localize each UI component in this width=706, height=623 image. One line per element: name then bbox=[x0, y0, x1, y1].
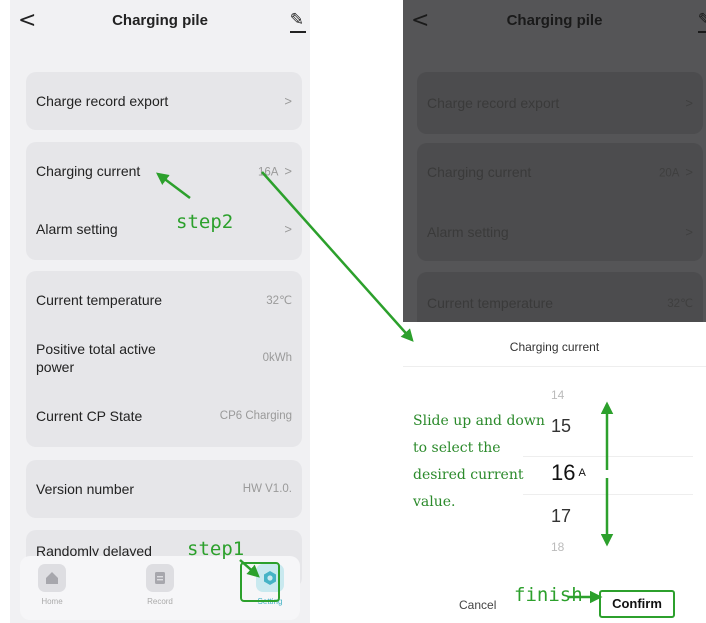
step2-arrow bbox=[156, 172, 191, 199]
annotation-arrows bbox=[156, 171, 614, 604]
step1-arrow bbox=[239, 559, 260, 578]
sheet-pointer-arrow bbox=[261, 171, 414, 342]
